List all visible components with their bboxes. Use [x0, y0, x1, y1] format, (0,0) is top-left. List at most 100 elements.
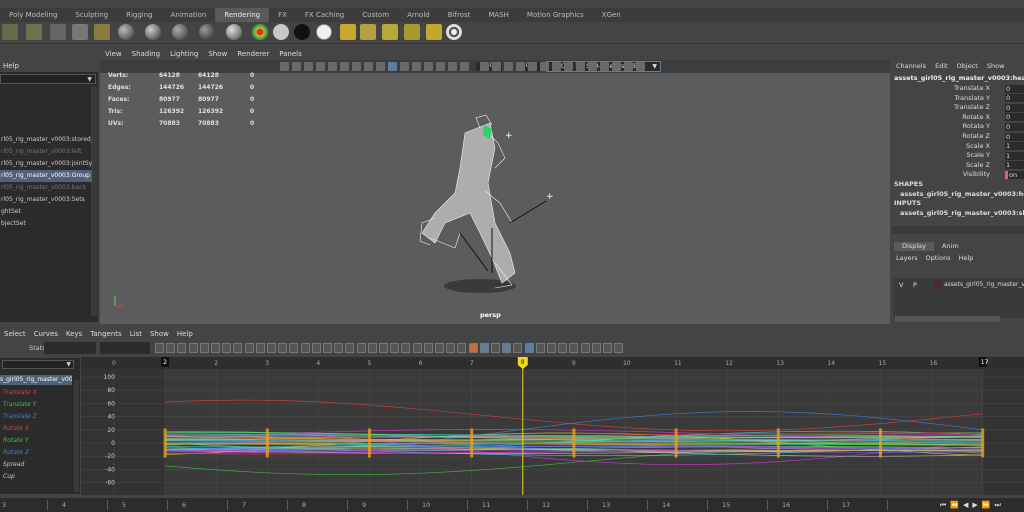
graph-tool-icon[interactable]: [345, 343, 355, 353]
graph-tool-icon[interactable]: [401, 343, 411, 353]
graph-tool-icon[interactable]: [535, 343, 545, 353]
outliner-item[interactable]: rl05_rig_master_v0003:Sets: [0, 194, 92, 206]
shelf-tab[interactable]: Arnold: [398, 8, 439, 22]
viewport-tool-icon[interactable]: [576, 62, 585, 71]
viewport-tool-icon[interactable]: [388, 62, 397, 71]
shelf-tab[interactable]: Rigging: [117, 8, 162, 22]
graph-tool-icon[interactable]: [267, 343, 276, 353]
graph-outliner-scrollbar[interactable]: [74, 380, 79, 492]
step-back-icon[interactable]: ⏪: [950, 501, 959, 510]
layer-tab[interactable]: Display: [894, 242, 934, 251]
graph-tool-icon[interactable]: [547, 343, 556, 353]
graph-tool-icon[interactable]: [300, 343, 310, 353]
graph-editor-canvas[interactable]: 01234567891011121314151617100806040200-2…: [81, 357, 1024, 495]
graph-tool-icon[interactable]: [569, 343, 579, 353]
light-icon[interactable]: [382, 24, 398, 40]
channel-value[interactable]: 1: [1005, 151, 1024, 160]
keyframe-column[interactable]: [674, 428, 678, 458]
graph-tool-icon[interactable]: [356, 343, 366, 353]
viewport-tool-icon[interactable]: [612, 62, 621, 71]
graph-tool-icon[interactable]: [412, 343, 422, 353]
viewport-tool-icon[interactable]: [340, 62, 349, 71]
viewport-tool-icon[interactable]: [600, 62, 609, 71]
graph-tool-icon[interactable]: [558, 343, 568, 353]
layer-menu-item[interactable]: Options: [926, 254, 951, 263]
graph-tool-icon[interactable]: [379, 343, 388, 353]
graph-tool-icon[interactable]: [311, 343, 321, 353]
shelf-tab[interactable]: Poly Modeling: [0, 8, 66, 22]
channel-value[interactable]: 1: [1005, 142, 1024, 151]
viewport-tool-icon[interactable]: [528, 62, 537, 71]
graph-tool-icon[interactable]: [155, 343, 164, 353]
graph-tool-icon[interactable]: [211, 343, 220, 353]
viewport-menu-item[interactable]: Renderer: [232, 50, 274, 58]
outliner-help-menu[interactable]: Help: [3, 62, 19, 70]
layer-menu-item[interactable]: Layers: [896, 254, 918, 263]
shelf-tab[interactable]: XGen: [593, 8, 630, 22]
stats-field[interactable]: [44, 342, 96, 354]
graph-tool-icon[interactable]: [199, 343, 209, 353]
light-icon[interactable]: [426, 24, 442, 40]
outliner-item[interactable]: rl05_rig_master_v0003:jointSys: [0, 158, 92, 170]
shelf-tab[interactable]: Sculpting: [66, 8, 117, 22]
outliner-item[interactable]: bjectSet: [0, 218, 92, 230]
play-back-icon[interactable]: ◀: [963, 501, 968, 510]
go-to-end-icon[interactable]: ⏭: [995, 501, 1001, 510]
channel-value[interactable]: 0: [1005, 113, 1024, 122]
viewport-tool-icon[interactable]: [460, 62, 469, 71]
channel-value[interactable]: on: [1005, 170, 1024, 179]
viewport-tool-icon[interactable]: [364, 62, 373, 71]
time-slider-key-marker[interactable]: [47, 500, 48, 510]
viewport-tool-icon[interactable]: [352, 62, 361, 71]
graph-tool-icon[interactable]: [435, 343, 444, 353]
graph-tool-icon[interactable]: [468, 343, 478, 353]
channel-box-scrollbar[interactable]: [892, 226, 1024, 234]
curve-list-item[interactable]: Translate Z: [0, 411, 76, 423]
keyframe-column[interactable]: [265, 428, 269, 458]
go-to-start-icon[interactable]: ⏮: [940, 501, 946, 510]
keyframe-column[interactable]: [776, 428, 780, 458]
graph-tool-icon[interactable]: [166, 343, 176, 353]
graph-menu-item[interactable]: Keys: [62, 330, 86, 338]
graph-tool-icon[interactable]: [367, 343, 377, 353]
viewport-tool-icon[interactable]: [304, 62, 313, 71]
shelf-tab[interactable]: FX: [269, 8, 296, 22]
layer-menu-item[interactable]: Help: [959, 254, 974, 263]
channel-value[interactable]: 1: [1005, 161, 1024, 170]
time-slider-key-marker[interactable]: [887, 500, 888, 510]
graph-menu-item[interactable]: Show: [146, 330, 173, 338]
graph-filter-field[interactable]: ▼: [2, 360, 74, 369]
render-icon[interactable]: [2, 24, 18, 40]
graph-tool-icon[interactable]: [580, 343, 590, 353]
graph-tool-icon[interactable]: [591, 343, 601, 353]
outliner-item[interactable]: rl05_rig_master_v0003:Group: [0, 170, 92, 182]
shelf-tab[interactable]: Custom: [353, 8, 398, 22]
graph-tool-icon[interactable]: [390, 343, 400, 353]
graph-tool-icon[interactable]: [188, 343, 198, 353]
time-slider-key-marker[interactable]: [527, 500, 528, 510]
graph-tool-icon[interactable]: [177, 343, 187, 353]
channel-value[interactable]: 0: [1005, 84, 1024, 93]
layer-tab[interactable]: Anim: [934, 242, 967, 251]
time-slider-key-marker[interactable]: [407, 500, 408, 510]
viewport-tool-icon[interactable]: [540, 62, 549, 71]
graph-tool-icon[interactable]: [502, 343, 512, 353]
time-slider-key-marker[interactable]: [587, 500, 588, 510]
graph-tool-icon[interactable]: [423, 343, 433, 353]
ipr-icon[interactable]: [50, 24, 66, 40]
viewport-tool-icon[interactable]: [624, 62, 633, 71]
viewport-tool-icon[interactable]: [504, 62, 513, 71]
time-slider-key-marker[interactable]: [647, 500, 648, 510]
outliner-item[interactable]: rl05_rig_master_v0003:back: [0, 182, 92, 194]
channel-value[interactable]: 0: [1005, 132, 1024, 141]
curve-list-item[interactable]: Spread: [0, 459, 76, 471]
time-slider-key-marker[interactable]: [707, 500, 708, 510]
step-forward-icon[interactable]: ⏩: [982, 501, 991, 510]
curve-list-item[interactable]: Cup: [0, 471, 76, 483]
channel-box-menu-item[interactable]: Edit: [935, 62, 948, 72]
time-slider[interactable]: 3 4 5 6 7 8 9 10 11 12 13 14 15 16 17 ⏮ ⏪ ◀ ▶ ⏩ ⏭: [0, 498, 1024, 512]
white-sphere-icon[interactable]: [273, 24, 289, 40]
graph-menu-item[interactable]: Curves: [30, 330, 62, 338]
graph-menu-item[interactable]: List: [126, 330, 146, 338]
viewport-menu-item[interactable]: Lighting: [165, 50, 203, 58]
